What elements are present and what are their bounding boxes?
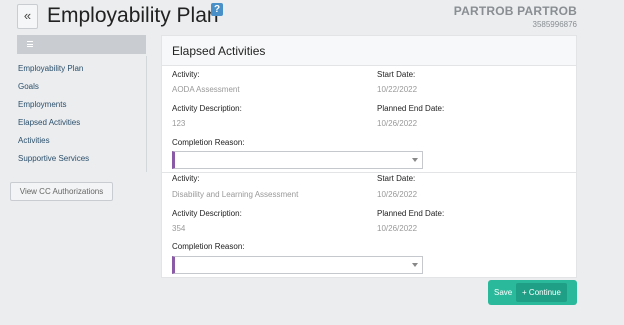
planned-end-date-label: Planned End Date: [377,104,445,113]
help-icon[interactable]: ? [211,3,223,16]
start-date-value: 10/22/2022 [377,85,418,94]
hamburger-icon [27,41,33,47]
page-title: Employability Plan [47,4,219,27]
completion-reason-label: Completion Reason: [172,242,245,251]
user-id: 3585996876 [532,20,578,29]
collapse-back-button[interactable]: « [17,4,38,29]
sidebar-divider [146,56,147,172]
save-button[interactable]: Save [494,280,512,305]
activity-record: Activity: AODA Assessment Start Date: 10… [162,67,576,172]
start-date-value: 10/26/2022 [377,190,418,199]
save-button-group: Save + Continue [488,280,577,305]
continue-button[interactable]: + Continue [516,283,567,302]
sidebar-item-elapsed-activities[interactable]: Elapsed Activities [18,118,89,136]
sidebar-nav: Employability Plan Goals Employments Ela… [18,64,89,172]
activity-description-label: Activity Description: [172,209,242,218]
activity-description-value: 123 [172,119,186,128]
planned-end-date-value: 10/26/2022 [377,224,418,233]
activity-record: Activity: Disability and Learning Assess… [162,172,576,277]
elapsed-activities-panel: Elapsed Activities Activity: AODA Assess… [161,35,577,278]
planned-end-date-label: Planned End Date: [377,209,445,218]
activity-description-value: 354 [172,224,186,233]
activity-label: Activity: [172,174,200,183]
chevron-down-icon [412,158,418,162]
panel-title: Elapsed Activities [162,36,576,66]
completion-reason-select[interactable] [172,151,423,169]
sidebar-item-employability-plan[interactable]: Employability Plan [18,64,89,82]
chevron-down-icon [412,263,418,267]
activity-value: Disability and Learning Assessment [172,190,299,199]
completion-reason-select[interactable] [172,256,423,274]
activity-description-label: Activity Description: [172,104,242,113]
sidebar-menu-toggle[interactable] [17,35,146,54]
sidebar-item-supportive-services[interactable]: Supportive Services [18,154,89,172]
activity-label: Activity: [172,70,200,79]
user-name: PARTROB PARTROB [453,4,577,18]
sidebar-item-activities[interactable]: Activities [18,136,89,154]
sidebar-item-goals[interactable]: Goals [18,82,89,100]
start-date-label: Start Date: [377,174,416,183]
view-cc-authorizations-button[interactable]: View CC Authorizations [10,182,113,201]
activity-value: AODA Assessment [172,85,240,94]
completion-reason-label: Completion Reason: [172,138,245,147]
sidebar-item-employments[interactable]: Employments [18,100,89,118]
start-date-label: Start Date: [377,70,416,79]
planned-end-date-value: 10/26/2022 [377,119,418,128]
